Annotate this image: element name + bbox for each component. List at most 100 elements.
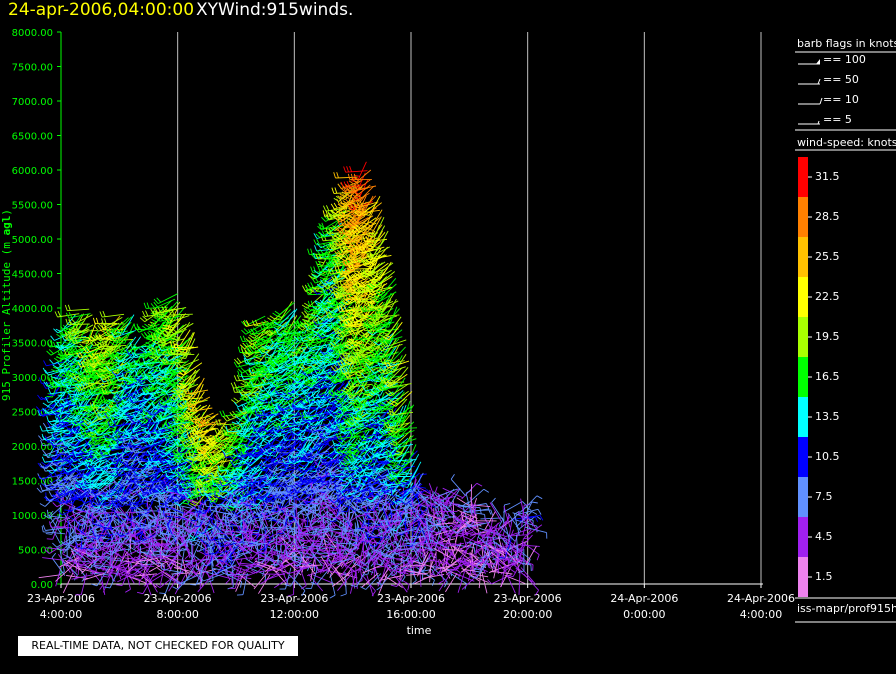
wind-barb-flag [52,542,58,548]
wind-barb-flag [231,399,237,404]
wind-barb-flag [125,588,131,593]
x-tick-label-date: 23-Apr-2006 [494,592,562,605]
wind-barb-flag [105,438,112,440]
x-tick-label-time: 16:00:00 [386,608,435,621]
wind-barb-flag [172,328,178,333]
wind-barb-flag [102,310,106,317]
wind-barb-flag [247,336,253,342]
wind-barb-flag [182,366,189,370]
wind-barb-flag [64,304,68,311]
x-tick-label-time: 12:00:00 [270,608,319,621]
wind-barbs [35,161,548,599]
x-tick-label-time: 0:00:00 [623,608,665,621]
wind-barb-flag [151,319,158,323]
wind-barb-flag [81,342,89,344]
wind-barb [173,322,194,335]
wind-barb-flag [54,311,58,318]
y-tick-label: 4000.00 [12,304,53,315]
wind-barb-flag [174,572,181,574]
wind-barb-flag [73,506,75,513]
wind-barb [38,574,61,579]
x-axis-label: time [407,624,432,637]
wind-barb [50,526,73,529]
x-tick-label-date: 24-Apr-2006 [610,592,678,605]
wind-barb-flag [139,317,145,323]
wind-barb-flag [240,581,243,588]
wind-barb-flag [95,317,99,324]
y-tick-label: 6000.00 [12,166,53,177]
wind-barb-flag [142,310,146,317]
wind-barb-flag [61,398,67,404]
wind-barb [245,565,266,576]
y-tick-label: 0.00 [31,580,53,591]
wind-barb-flag [237,346,241,353]
wind-barb-flag [75,498,82,502]
wind-barb-flag [116,584,123,587]
wind-barb-flag [42,524,46,531]
wind-barb-flag [48,490,53,497]
x-tick-label-time: 4:00:00 [40,608,82,621]
wind-barb-flag [136,591,144,595]
wind-barb-flag [146,302,150,309]
wind-barb-flag [140,425,148,427]
wind-barb-flag [235,448,239,455]
wind-barb-flag [233,397,239,402]
wind-barb-flag [222,416,228,422]
y-tick-label: 6500.00 [12,132,53,143]
wind-barb-flag [122,468,129,471]
wind-barb-flag [46,350,52,356]
y-tick-label: 7500.00 [12,63,53,74]
wind-barb-flag [141,325,148,330]
wind-barb-flag [133,323,137,330]
wind-barb-flag [108,427,115,430]
wind-profile-plot: 0.00500.001000.001500.002000.002500.0030… [0,28,896,637]
wind-barb [242,559,258,577]
x-tick-label-time: 8:00:00 [156,608,198,621]
wind-barb-flag [52,502,58,508]
wind-barb-flag [42,422,47,429]
wind-barb-flag [148,330,155,334]
wind-barb-flag [65,318,69,325]
wind-barb-flag [67,304,71,311]
wind-barb-flag [141,333,146,339]
wind-barb-flag [54,412,62,414]
wind-barb-flag [46,396,53,398]
wind-barb-flag [230,382,235,389]
wind-barb-flag [233,375,238,382]
wind-barb-flag [240,367,246,373]
x-tick-label-date: 23-Apr-2006 [144,592,212,605]
wind-barb-flag [54,357,60,362]
wind-barb-flag [254,352,261,356]
y-tick-label: 500.00 [18,546,53,557]
wind-barb-flag [225,579,231,585]
wind-barb-flag [222,523,224,530]
wind-barb [146,573,158,593]
wind-barb [67,308,90,312]
x-tick-label-date: 23-Apr-2006 [377,592,445,605]
wind-barb-flag [233,361,238,368]
wind-barb-flag [160,563,163,570]
wind-barb-flag [92,317,96,324]
wind-barb-flag [222,410,226,417]
wind-barb-flag [190,583,197,586]
wind-barb-flag [102,575,109,578]
y-tick-label: 5500.00 [12,201,53,212]
wind-barb-flag [179,351,186,354]
wind-barb-flag [83,339,90,341]
wind-barb-flag [61,409,68,411]
wind-barb-flag [147,471,154,474]
wind-barb-flag [158,344,165,346]
wind-barb-flag [99,584,104,591]
y-tick-label: 4500.00 [12,270,53,281]
wind-barb-flag [144,500,151,503]
wind-barb-flag [141,426,148,429]
wind-barb-flag [143,302,147,309]
wind-barb-flag [181,502,188,505]
y-axis-label: 915 Profiler Altitude (m agl) [0,209,13,401]
wind-barb-flag [246,388,253,391]
wind-barb-flag [242,335,246,342]
wind-barb-flag [214,429,218,435]
wind-barb-flag [42,402,49,407]
wind-barb-flag [57,310,61,317]
wind-barb-flag [233,382,238,388]
